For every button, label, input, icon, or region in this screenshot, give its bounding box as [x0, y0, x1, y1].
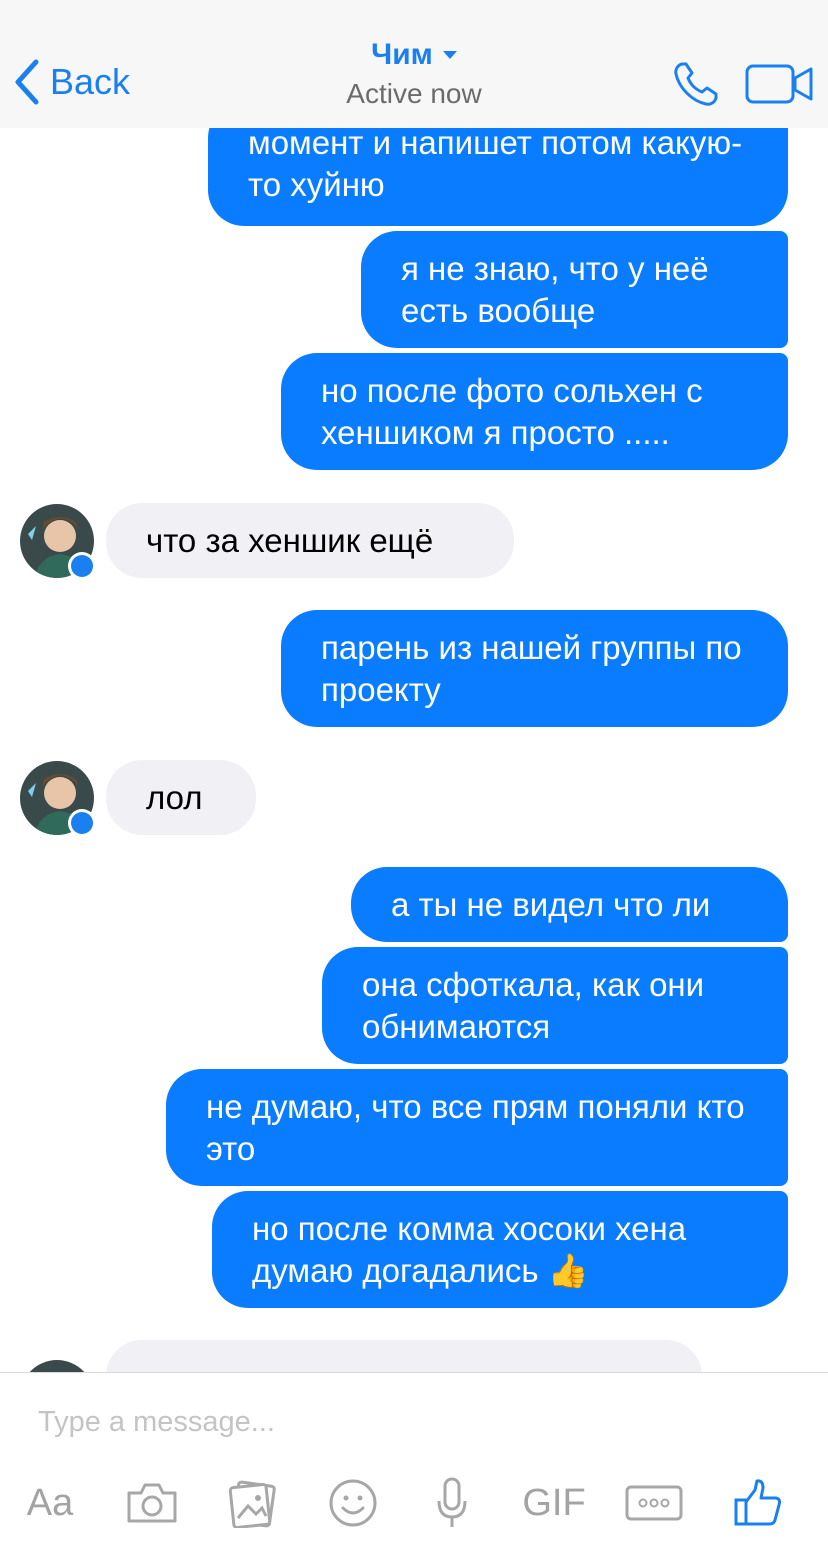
message-bubble-outgoing[interactable]: момент и напишет потом какую-то хуйню: [208, 128, 788, 226]
camera-button[interactable]: [124, 1477, 180, 1529]
smiley-icon: [329, 1479, 377, 1527]
text-format-label: Aa: [26, 1481, 74, 1524]
message-list[interactable]: момент и напишет потом какую-то хуйню я …: [0, 128, 828, 1372]
contact-avatar[interactable]: [20, 504, 96, 580]
message-text: лол: [146, 778, 203, 816]
message-text: а ты не видел что ли: [391, 885, 711, 923]
message-text: но после фото сольхен с хеншиком я прост…: [321, 371, 703, 451]
video-call-icon[interactable]: [745, 64, 813, 104]
photo-gallery-icon: [228, 1480, 276, 1528]
message-text: я не знаю, что у неё есть вообще: [401, 249, 709, 329]
message-text: парень из нашей группы по проекту: [321, 628, 742, 708]
gif-button[interactable]: GIF: [518, 1477, 590, 1529]
more-button[interactable]: [624, 1477, 684, 1529]
message-text: она сфоткала, как они обнимаются: [362, 965, 705, 1045]
message-text: но после комма хосоки хена думаю догадал…: [252, 1209, 687, 1289]
message-input[interactable]: [36, 1401, 780, 1443]
gif-label: GIF: [522, 1481, 586, 1524]
message-bubble-outgoing[interactable]: я не знаю, что у неё есть вообще: [361, 231, 788, 348]
dropdown-caret-icon: [442, 51, 457, 59]
microphone-icon: [437, 1477, 467, 1527]
contact-avatar[interactable]: [20, 761, 96, 837]
message-bubble-outgoing[interactable]: не думаю, что все прям поняли кто это: [166, 1069, 788, 1186]
message-text: что за хеншик ещё: [146, 521, 434, 559]
like-button[interactable]: [732, 1477, 784, 1529]
thumbs-up-icon: [734, 1479, 782, 1526]
message-bubble-outgoing[interactable]: а ты не видел что ли: [351, 867, 788, 942]
message-bubble-incoming-partial[interactable]: [106, 1340, 702, 1372]
message-text: момент и напишет потом какую-то хуйню: [248, 128, 743, 203]
phone-call-icon[interactable]: [672, 60, 720, 108]
message-text: не думаю, что все прям поняли кто это: [206, 1087, 745, 1167]
message-bubble-outgoing[interactable]: парень из нашей группы по проекту: [281, 610, 788, 727]
conversation-header: Back Чим Active now: [0, 0, 828, 128]
message-bubble-outgoing[interactable]: но после фото сольхен с хеншиком я прост…: [281, 353, 788, 470]
avatar-photo: [20, 1360, 94, 1372]
messenger-badge-icon: [68, 809, 96, 837]
message-composer: Aa GIF: [0, 1372, 828, 1551]
message-bubble-incoming[interactable]: лол: [106, 760, 256, 835]
emoji-button[interactable]: [326, 1477, 380, 1529]
message-bubble-incoming[interactable]: что за хеншик ещё: [106, 503, 514, 578]
message-bubble-outgoing[interactable]: она сфоткала, как они обнимаются: [322, 947, 788, 1064]
contact-avatar[interactable]: [20, 1360, 94, 1372]
messenger-badge-icon: [68, 552, 96, 580]
contact-name-button[interactable]: Чим: [371, 38, 457, 72]
contact-name: Чим: [371, 38, 433, 71]
camera-icon: [127, 1483, 177, 1523]
more-icon: [625, 1485, 683, 1521]
message-bubble-outgoing[interactable]: но после комма хосоки хена думаю догадал…: [212, 1191, 788, 1308]
photo-gallery-button[interactable]: [226, 1477, 280, 1529]
text-format-button[interactable]: Aa: [20, 1477, 80, 1529]
thumbs-up-emoji: 👍: [547, 1251, 589, 1289]
voice-message-button[interactable]: [432, 1477, 472, 1529]
